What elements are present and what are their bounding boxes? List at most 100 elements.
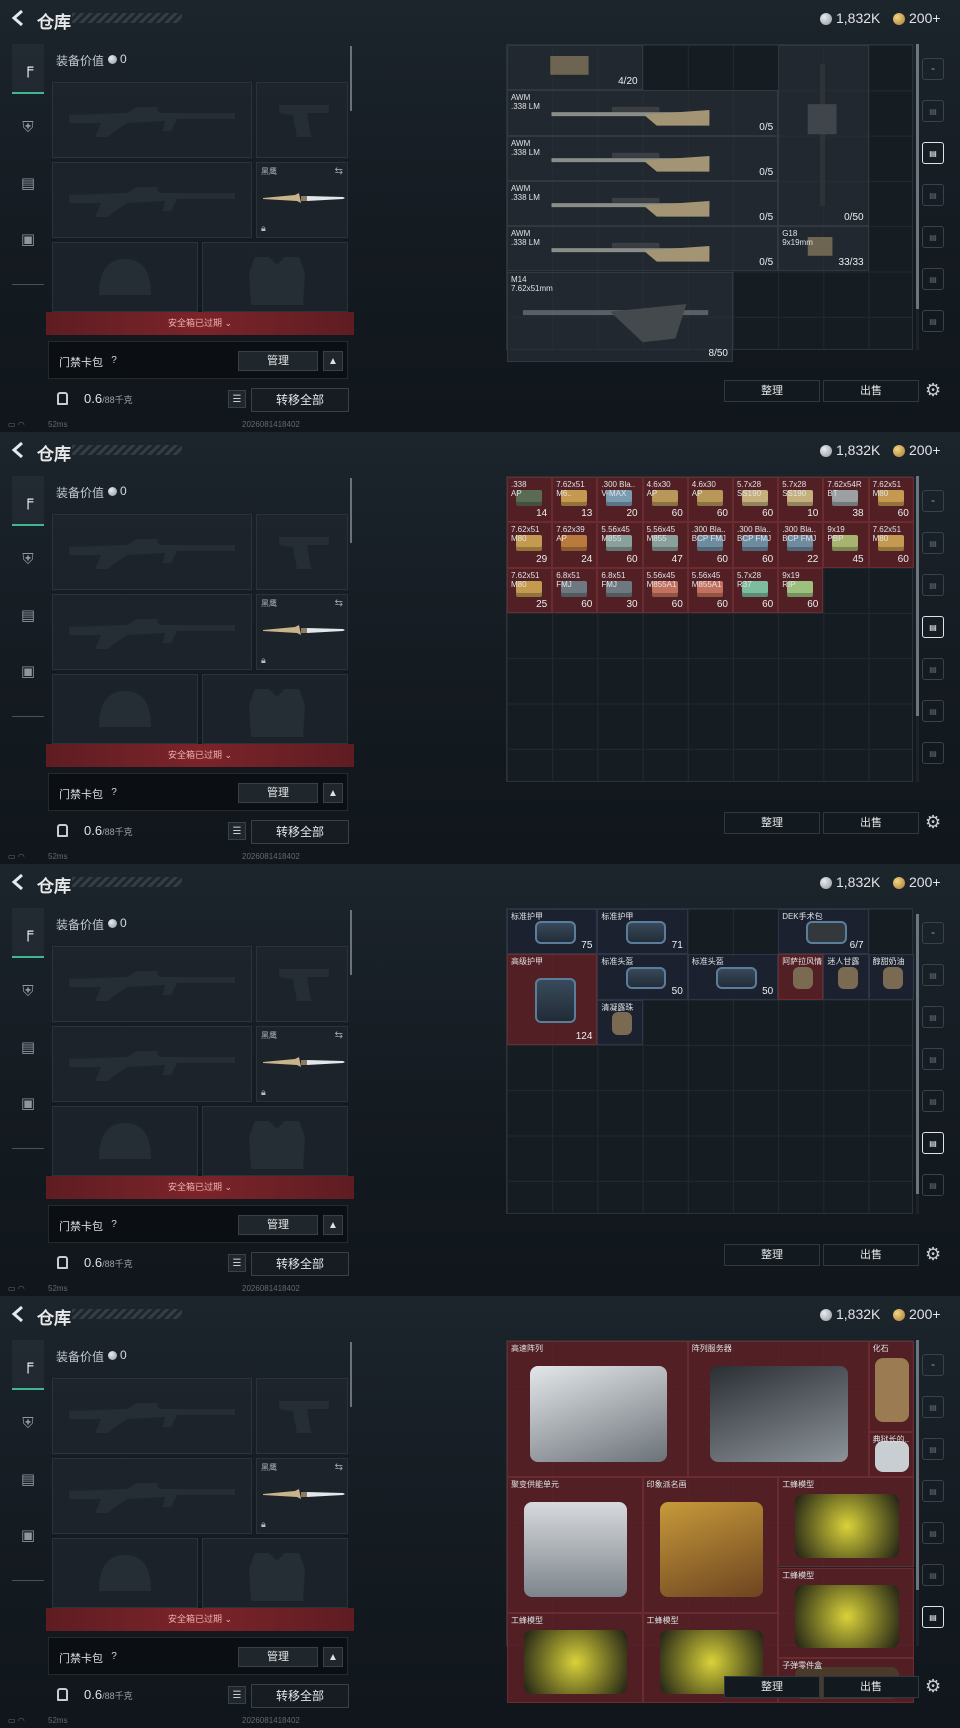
sort-button[interactable]: 整理 [724, 380, 820, 402]
storage-item[interactable]: .338 AP 14 [507, 477, 553, 523]
safebox-expired-banner[interactable]: 安全箱已过期 ⌄ [46, 312, 354, 335]
transfer-all-button[interactable]: 转移全部 [251, 1684, 349, 1708]
storage-item[interactable]: 7.62x39 AP 24 [552, 522, 598, 568]
helmet-slot[interactable] [52, 674, 198, 744]
storage-item[interactable]: 5.7x28 SS190 10 [778, 477, 824, 523]
sort-button[interactable]: 整理 [724, 1676, 820, 1698]
storage-page-tab-4[interactable]: ▤ [922, 616, 944, 638]
helmet-slot[interactable] [52, 1538, 198, 1608]
armor-slot[interactable] [202, 1106, 348, 1176]
storage-page-tab-3[interactable]: ▤ [922, 142, 944, 164]
storage-item[interactable]: 标准护甲 75 [507, 909, 598, 955]
storage-page-tab-1[interactable]: ◓ [922, 58, 944, 80]
manage-button[interactable]: 管理 [238, 1215, 318, 1235]
safebox-expired-banner[interactable]: 安全箱已过期 ⌄ [46, 1176, 354, 1199]
back-arrow-icon[interactable] [10, 441, 28, 459]
storage-item[interactable]: 7.62x51 M80 60 [868, 522, 914, 568]
storage-item[interactable]: 高级护甲 124 [507, 954, 598, 1045]
storage-item[interactable]: 清凝露珠 [597, 999, 643, 1045]
helmet-slot[interactable] [52, 242, 198, 312]
storage-item[interactable]: 5.56x45 M855 60 [597, 522, 643, 568]
storage-page-tab-1[interactable]: ◓ [922, 922, 944, 944]
storage-item[interactable]: .300 Bla.. BCP FMJ 60 [687, 522, 733, 568]
silver-currency[interactable]: 1,832K [836, 874, 880, 890]
storage-page-tab-6[interactable]: ▤ [922, 1564, 944, 1586]
category-armor-tab[interactable]: ⛨ [12, 102, 44, 152]
expand-up-button[interactable]: ▲ [323, 1215, 343, 1235]
storage-item[interactable]: AWM .338 LM 0/5 [507, 135, 779, 181]
storage-item[interactable]: 工蜂模型 [778, 1476, 914, 1568]
settings-gear-icon[interactable]: ⚙ [925, 1244, 941, 1265]
category-bag-tab[interactable]: ▣ [12, 646, 44, 696]
transfer-all-button[interactable]: 转移全部 [251, 388, 349, 412]
storage-item[interactable]: G18 9x19mm 33/33 [778, 226, 869, 272]
settings-gear-icon[interactable]: ⚙ [925, 1676, 941, 1697]
settings-gear-icon[interactable]: ⚙ [925, 380, 941, 401]
armor-slot[interactable] [202, 1538, 348, 1608]
storage-item[interactable]: 典狱长的.. [868, 1431, 914, 1477]
category-bag-tab[interactable]: ▣ [12, 1078, 44, 1128]
primary-weapon-slot[interactable] [52, 946, 252, 1022]
storage-item[interactable]: 7.62x51 M80 25 [507, 567, 553, 613]
storage-page-tab-4[interactable]: ▤ [922, 184, 944, 206]
storage-item[interactable]: .300 Bla.. BCP FMJ 22 [778, 522, 824, 568]
category-bag-tab[interactable]: ▣ [12, 214, 44, 264]
category-bag-tab[interactable]: ▣ [12, 1510, 44, 1560]
sell-button[interactable]: 出售 [823, 380, 919, 402]
pistol-slot[interactable] [256, 82, 348, 158]
expand-up-button[interactable]: ▲ [323, 783, 343, 803]
safebox-expired-banner[interactable]: 安全箱已过期 ⌄ [46, 744, 354, 767]
category-armor-tab[interactable]: ⛨ [12, 534, 44, 584]
storage-item[interactable]: 9x19 PBP 45 [823, 522, 869, 568]
storage-item[interactable]: AWM .338 LM 0/5 [507, 90, 779, 136]
storage-page-tab-7[interactable]: ▤ [922, 310, 944, 332]
sell-button[interactable]: 出售 [823, 1676, 919, 1698]
storage-page-tab-5[interactable]: ▤ [922, 1522, 944, 1544]
list-view-button[interactable]: ☰ [228, 1254, 246, 1272]
storage-item[interactable]: .300 Bla.. BCP FMJ 60 [733, 522, 779, 568]
storage-item[interactable]: AWM .338 LM 0/5 [507, 180, 779, 227]
storage-page-tab-3[interactable]: ▤ [922, 1006, 944, 1028]
storage-page-tab-1[interactable]: ◓ [922, 1354, 944, 1376]
expand-up-button[interactable]: ▲ [323, 1647, 343, 1667]
equipment-scrollbar[interactable] [350, 46, 352, 111]
melee-slot[interactable]: 黑鹰 ⇆ 🔒︎ [256, 1458, 348, 1534]
sort-button[interactable]: 整理 [724, 812, 820, 834]
category-weapons-tab[interactable]: ╒ [12, 908, 44, 958]
back-arrow-icon[interactable] [10, 9, 28, 27]
storage-page-tab-3[interactable]: ▤ [922, 1438, 944, 1460]
storage-item[interactable]: 6.8x51 FMJ 60 [552, 567, 598, 613]
list-view-button[interactable]: ☰ [228, 390, 246, 408]
storage-item[interactable]: 印象派名画 [642, 1476, 779, 1613]
secondary-weapon-slot[interactable] [52, 1458, 252, 1534]
silver-currency[interactable]: 1,832K [836, 10, 880, 26]
swap-icon[interactable]: ⇆ [335, 166, 343, 177]
list-view-button[interactable]: ☰ [228, 822, 246, 840]
silver-currency[interactable]: 1,832K [836, 442, 880, 458]
storage-page-tab-5[interactable]: ▤ [922, 658, 944, 680]
secondary-weapon-slot[interactable] [52, 162, 252, 238]
storage-page-tab-2[interactable]: ▤ [922, 100, 944, 122]
storage-item[interactable]: 4.6x30 AP 60 [642, 477, 688, 523]
gold-currency[interactable]: 200+ [909, 1306, 941, 1322]
silver-currency[interactable]: 1,832K [836, 1306, 880, 1322]
category-vest-tab[interactable]: ▤ [12, 158, 44, 208]
storage-item[interactable]: .300 Bla.. V-MAX 20 [597, 477, 643, 523]
secondary-weapon-slot[interactable] [52, 1026, 252, 1102]
storage-item[interactable]: 5.56x45 M855A1 60 [687, 567, 733, 613]
storage-item[interactable]: 5.56x45 M855 47 [642, 522, 688, 568]
transfer-all-button[interactable]: 转移全部 [251, 820, 349, 844]
storage-scrollbar-thumb[interactable] [916, 44, 919, 309]
category-armor-tab[interactable]: ⛨ [12, 966, 44, 1016]
storage-item[interactable]: 化石 [868, 1341, 914, 1432]
manage-button[interactable]: 管理 [238, 1647, 318, 1667]
storage-item[interactable]: 7.62x51 M6.. 13 [552, 477, 598, 523]
list-view-button[interactable]: ☰ [228, 1686, 246, 1704]
storage-page-tab-2[interactable]: ▤ [922, 964, 944, 986]
help-icon[interactable]: ? [107, 1650, 121, 1664]
back-arrow-icon[interactable] [10, 873, 28, 891]
storage-page-tab-5[interactable]: ▤ [922, 1090, 944, 1112]
storage-item[interactable]: 7.62x51 M80 60 [868, 477, 914, 523]
storage-grid[interactable]: 标准护甲 75 标准护甲 71 DEK手术包 6/7 高级护甲 124 标准头盔 50 标准头盔 50… [506, 908, 914, 1214]
back-arrow-icon[interactable] [10, 1305, 28, 1323]
